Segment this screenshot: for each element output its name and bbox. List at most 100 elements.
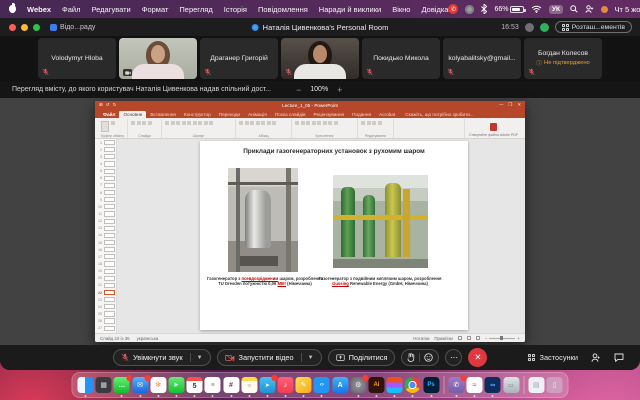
slide-thumbnail-27[interactable]: 27 — [95, 325, 116, 332]
ribbon-button[interactable] — [372, 121, 376, 125]
record-indicator-icon[interactable] — [525, 23, 534, 32]
share-button[interactable]: Поділитися — [328, 349, 396, 366]
slide-thumbnail-3[interactable]: 3 — [95, 153, 116, 160]
dock-music-icon[interactable]: ♪ — [278, 377, 294, 393]
dock-launchpad-icon[interactable]: ▦ — [96, 377, 112, 393]
ribbon-button[interactable] — [367, 121, 371, 125]
slide-thumbnail-10[interactable]: 10 — [95, 203, 116, 210]
apps-button[interactable]: Застосунки — [528, 353, 578, 362]
slide-thumbnail-9[interactable]: 9 — [95, 196, 116, 203]
participant-tile-kolyabalitsky@gmail[interactable]: kolyabalitsky@gmail... — [443, 38, 521, 79]
dock-chrome-icon[interactable] — [405, 377, 421, 393]
dock-webex-app-icon[interactable]: ∞ — [485, 377, 501, 393]
dock-trash-icon[interactable]: ▯ — [547, 377, 563, 393]
ribbon-button[interactable] — [198, 121, 202, 125]
bluetooth-icon[interactable] — [481, 4, 487, 14]
menu-item-формат[interactable]: Формат — [142, 5, 169, 14]
fast-user-switch-icon[interactable] — [585, 5, 594, 13]
slide-thumbnail-22[interactable]: 22 — [95, 289, 116, 296]
ribbon-button[interactable] — [142, 121, 146, 125]
ppt-tab-подання[interactable]: Подання — [348, 111, 375, 119]
dock-messages-icon[interactable]: … — [114, 377, 130, 393]
ribbon-button[interactable] — [317, 121, 321, 125]
dock-notes-icon[interactable]: ≡ — [241, 377, 257, 393]
slide-thumbnail-8[interactable]: 8 — [95, 189, 116, 196]
unmute-options-chevron-icon[interactable]: ▼ — [197, 355, 203, 361]
layout-button[interactable]: Розташ...ементів — [555, 21, 632, 33]
ppt-tab-конструктор[interactable]: Конструктор — [180, 111, 215, 119]
menu-item-вікно[interactable]: Вікно — [392, 5, 410, 14]
proofing-language[interactable]: українська — [137, 336, 159, 341]
ribbon-button[interactable] — [165, 121, 169, 125]
dock-window-preview-icon[interactable]: ▭ — [503, 377, 519, 393]
ribbon-button[interactable] — [204, 121, 208, 125]
menubar-clock[interactable]: Чт 5 жовт. 11:04 — [615, 5, 640, 14]
dock-settings-icon[interactable]: ⚙ — [350, 377, 366, 393]
slide-thumbnail-5[interactable]: 5 — [95, 168, 116, 175]
participant-tile[interactable] — [119, 38, 197, 79]
reactions-smiley-icon[interactable] — [424, 353, 433, 362]
ribbon-button[interactable] — [334, 121, 338, 125]
ribbon-button[interactable] — [306, 121, 310, 125]
ribbon-button[interactable] — [250, 121, 254, 125]
ribbon-button[interactable] — [323, 121, 327, 125]
dock-figma-icon[interactable] — [387, 377, 403, 393]
slide-thumbnail-18[interactable]: 18 — [95, 260, 116, 267]
ppt-tellme-search[interactable]: Скажіть, що потрібно зробити... — [405, 112, 474, 119]
ribbon-button[interactable] — [193, 121, 197, 125]
dock-finder-icon[interactable] — [77, 377, 93, 393]
start-video-button[interactable]: Запустити відео ▼ — [217, 349, 322, 366]
slide-thumbnail-21[interactable]: 21 — [95, 282, 116, 289]
participant-tile-покидько-микола[interactable]: Покидько Микола — [362, 38, 440, 79]
dock-vscode-icon[interactable]: ‹› — [314, 377, 330, 393]
menu-item-редагувати[interactable]: Редагувати — [92, 5, 131, 14]
screen-mirroring-icon[interactable] — [465, 5, 474, 14]
participant-tile[interactable] — [281, 38, 359, 79]
dock-photoshop-icon[interactable]: Ps — [423, 377, 439, 393]
slide-thumbnail-19[interactable]: 19 — [95, 268, 116, 275]
ppt-tab-основне[interactable]: Основне — [119, 111, 146, 119]
participants-panel-icon[interactable] — [591, 353, 601, 362]
menu-item-файл[interactable]: Файл — [62, 5, 80, 14]
ribbon-button[interactable] — [111, 121, 115, 125]
menu-item-перегляд[interactable]: Перегляд — [179, 5, 212, 14]
current-slide[interactable]: Приклади газогенераторних установок з ру… — [200, 141, 468, 330]
caption-link[interactable]: Gussing — [332, 281, 349, 286]
paste-button[interactable] — [101, 121, 109, 132]
slide-thumbnail-15[interactable]: 15 — [95, 239, 116, 246]
leave-meeting-button[interactable]: ✕ — [468, 348, 487, 367]
notes-button[interactable]: Нотатки — [413, 336, 429, 341]
dock-photos-icon[interactable]: ✻ — [150, 377, 166, 393]
dock-appstore-icon[interactable]: A — [332, 377, 348, 393]
ppt-tab-переходи[interactable]: Переходи — [215, 111, 244, 119]
slide-thumbnail-23[interactable]: 23 — [95, 296, 116, 303]
close-window-button[interactable] — [9, 24, 16, 31]
ribbon-button[interactable] — [209, 121, 213, 125]
input-language-switcher[interactable]: УК — [549, 5, 562, 14]
dock-viber-icon[interactable]: ✆ — [448, 377, 464, 393]
slide-thumbnail-7[interactable]: 7 — [95, 182, 116, 189]
ppt-tab-вставлення[interactable]: Вставлення — [146, 111, 180, 119]
dock-calendar-icon[interactable]: 5 — [187, 377, 203, 393]
wifi-icon[interactable] — [531, 5, 542, 13]
view-normal-icon[interactable] — [458, 336, 462, 340]
slide-thumbnail-14[interactable]: 14 — [95, 232, 116, 239]
ppt-tab-acrobat[interactable]: Acrobat — [375, 111, 399, 119]
slide-thumbnail-24[interactable]: 24 — [95, 303, 116, 310]
menu-item-історія[interactable]: Історія — [224, 5, 247, 14]
comments-button[interactable]: Примітки — [434, 336, 452, 341]
menu-item-довідка[interactable]: Довідка — [421, 5, 448, 14]
ppt-zoom-slider[interactable]: −+ — [485, 336, 520, 341]
slide-thumbnail-11[interactable]: 11 — [95, 210, 116, 217]
ribbon-group-adobe-pdf[interactable]: Створюйте файли Adobe PDF — [464, 119, 522, 138]
slide-thumbnail-13[interactable]: 13 — [95, 225, 116, 232]
caption-link[interactable]: псевдозрідженим — [242, 276, 279, 281]
ribbon-button[interactable] — [245, 121, 249, 125]
dock-mail-icon[interactable]: ✉ — [132, 377, 148, 393]
slide-thumbnail-12[interactable]: 12 — [95, 218, 116, 225]
menu-item-webex[interactable]: Webex — [27, 5, 51, 14]
dock-wave-icon[interactable]: ≈ — [467, 377, 483, 393]
apple-menu-icon[interactable] — [9, 5, 16, 13]
ribbon-button[interactable] — [182, 121, 186, 125]
dock-illustrator-icon[interactable]: Ai — [368, 377, 384, 393]
